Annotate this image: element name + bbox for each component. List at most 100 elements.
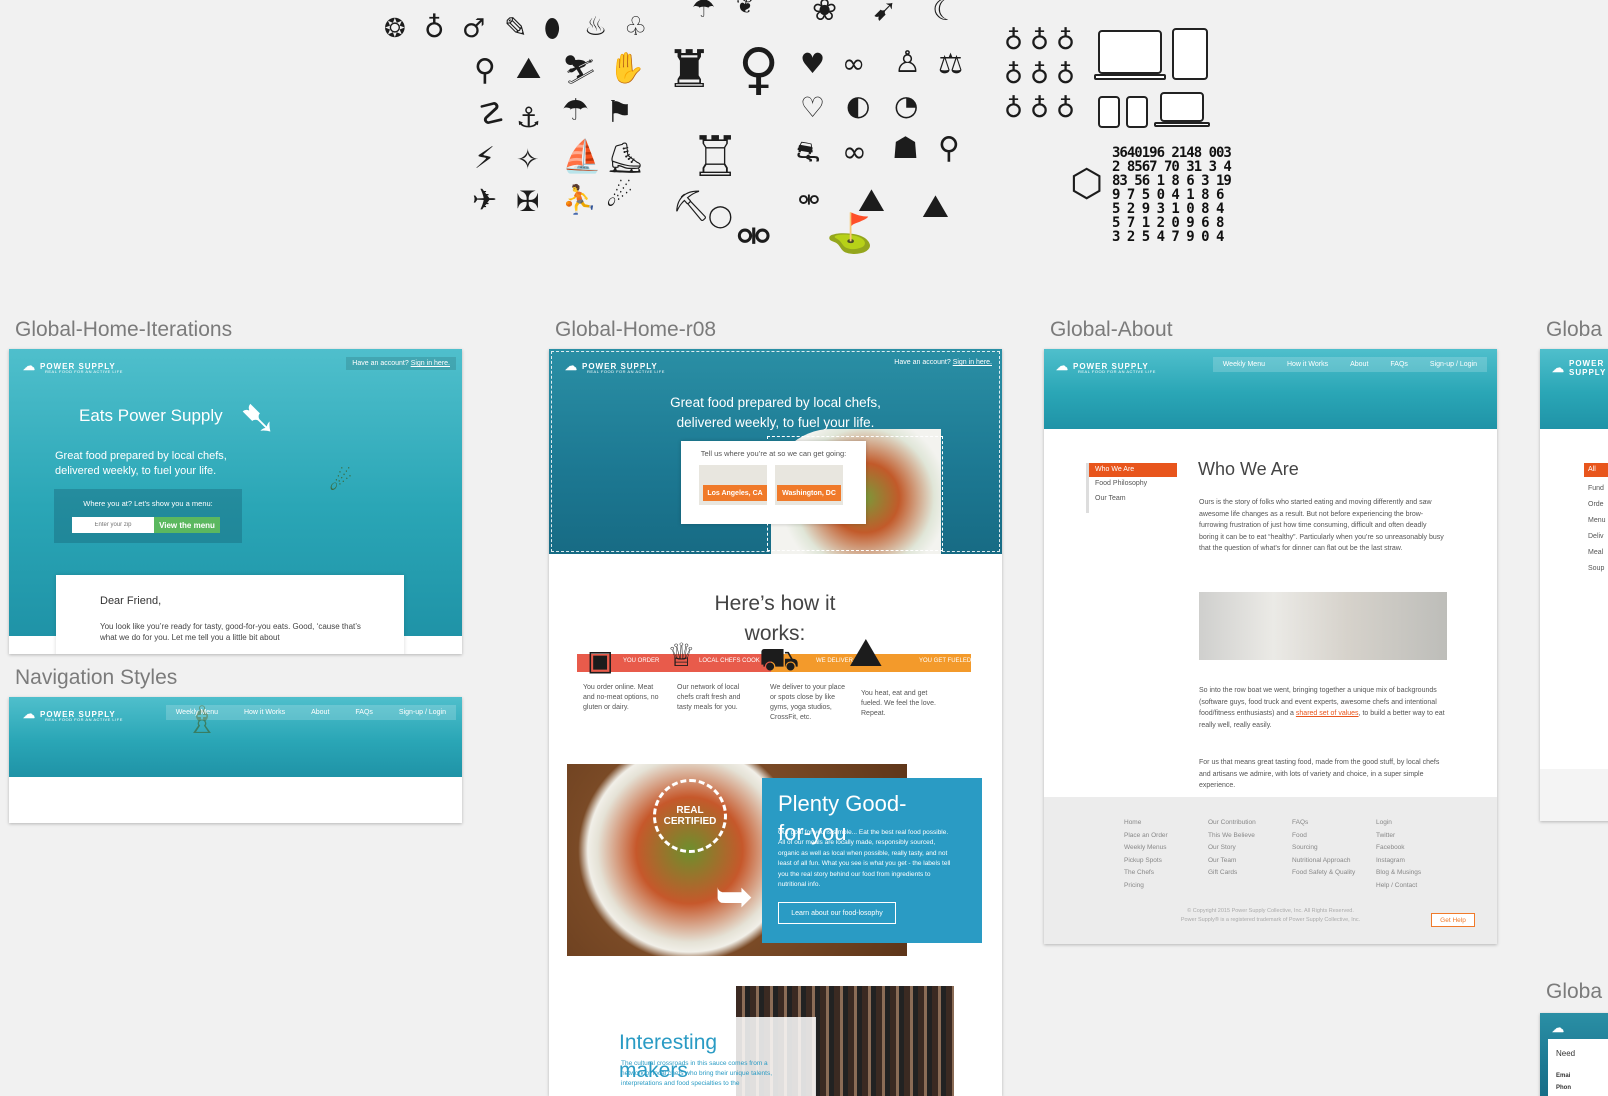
step-tag: WE DELIVER xyxy=(816,658,854,664)
sign-in-link[interactable]: Sign in here. xyxy=(953,359,992,366)
footer-link[interactable]: The Chefs xyxy=(1124,867,1168,880)
footer-link[interactable]: Blog & Musings xyxy=(1376,867,1421,880)
nav-item[interactable]: About xyxy=(1350,361,1368,368)
shared-values-link[interactable]: shared set of values xyxy=(1296,710,1359,717)
arrow-icon: ➷ xyxy=(239,391,278,445)
get-help-button[interactable]: Get Help xyxy=(1431,913,1475,927)
footer-link[interactable]: FAQs xyxy=(1292,817,1355,830)
nav-item[interactable]: Weekly Menu xyxy=(176,709,218,716)
filter-item[interactable]: Soup xyxy=(1588,561,1606,577)
artboard-label[interactable]: Navigation Styles xyxy=(15,666,177,690)
footer-link[interactable]: Place an Order xyxy=(1124,830,1168,843)
nav-item[interactable]: FAQs xyxy=(1390,361,1408,368)
filter-all[interactable]: All xyxy=(1584,463,1608,477)
filter-item[interactable]: Meal xyxy=(1588,545,1606,561)
brand-logo: ☁ POWER SUPPLY REAL FOOD FOR AN ACTIVE L… xyxy=(565,359,664,374)
side-nav-food-philosophy[interactable]: Food Philosophy xyxy=(1095,480,1147,487)
summit-flag-icon: ⛳ xyxy=(826,211,874,255)
filter-item[interactable]: Orde xyxy=(1588,497,1606,513)
artboard-cut-right-bottom[interactable]: ☁ Need Emai Phon xyxy=(1540,1013,1608,1096)
rock-climber-icon: ✋ xyxy=(608,51,646,86)
nav-item[interactable]: Sign-up / Login xyxy=(399,709,446,716)
page-title: Who We Are xyxy=(1198,459,1299,479)
view-menu-button[interactable]: View the menu xyxy=(154,517,220,533)
hero-headline-line: Great food prepared by local chefs, xyxy=(670,395,881,410)
footer-link[interactable]: Pickup Spots xyxy=(1124,855,1168,868)
footer-link[interactable]: Help / Contact xyxy=(1376,880,1421,893)
artboard-about[interactable]: ☁ POWER SUPPLY REAL FOOD FOR AN ACTIVE L… xyxy=(1044,349,1497,944)
footer-link[interactable]: Gift Cards xyxy=(1208,867,1256,880)
los-angeles-button[interactable]: Los Angeles, CA xyxy=(703,485,767,501)
nav-item[interactable]: Sign-up / Login xyxy=(1430,361,1477,368)
footer-link[interactable]: Home xyxy=(1124,817,1168,830)
skier-icon: ⛸ xyxy=(606,141,645,176)
footer-link[interactable]: Sourcing xyxy=(1292,842,1355,855)
footer-link[interactable]: Nutritional Approach xyxy=(1292,855,1355,868)
nav-bar: Weekly Menu How it Works About FAQs Sign… xyxy=(1212,357,1487,372)
lemon-icon: ⬮ xyxy=(544,14,561,44)
footer-column: Our Contribution This We Believe Our Sto… xyxy=(1208,817,1256,880)
zip-box: Where you at? Let’s show you a menu: Vie… xyxy=(54,489,242,543)
filter-item[interactable]: Fund xyxy=(1588,481,1606,497)
side-nav-our-team[interactable]: Our Team xyxy=(1095,495,1126,502)
footer-link[interactable]: Facebook xyxy=(1376,842,1421,855)
footer-link[interactable]: Login xyxy=(1376,817,1421,830)
footer-link[interactable]: Weekly Menus xyxy=(1124,842,1168,855)
food-losophy-button[interactable]: Learn about our food-losophy xyxy=(778,902,896,924)
footer-link[interactable]: Our Team xyxy=(1208,855,1256,868)
footer-link[interactable]: Our Contribution xyxy=(1208,817,1256,830)
brand-logo: ☁ xyxy=(1552,1021,1565,1035)
diver-icon: ⚓ xyxy=(516,101,542,134)
zip-input[interactable] xyxy=(72,517,154,533)
footer-link[interactable]: This We Believe xyxy=(1208,830,1256,843)
hero-title: Eats Power Supply xyxy=(79,406,223,425)
sign-in-link[interactable]: Sign in here. xyxy=(411,360,450,367)
footer-link[interactable]: Instagram xyxy=(1376,855,1421,868)
nav-item[interactable]: How it Works xyxy=(1287,361,1328,368)
footer-link[interactable]: Pricing xyxy=(1124,880,1168,893)
lightbulb-icon: ♁ xyxy=(1004,26,1024,56)
artboard-label[interactable]: Globa xyxy=(1546,318,1602,342)
sneaker-icon: ⛐ xyxy=(796,135,821,168)
footer-link[interactable]: Food Safety & Quality xyxy=(1292,867,1355,880)
footer-link[interactable]: Twitter xyxy=(1376,830,1421,843)
kayaker-icon: ✠ xyxy=(516,185,540,218)
nav-item[interactable]: How it Works xyxy=(244,709,285,716)
footer-column: FAQs Food Sourcing Nutritional Approach … xyxy=(1292,817,1355,880)
footer-link[interactable]: Our Story xyxy=(1208,842,1256,855)
nav-item[interactable]: FAQs xyxy=(355,709,373,716)
form-label: Emai xyxy=(1556,1073,1571,1079)
parachute-icon: ☂ xyxy=(562,93,589,128)
artboard-home-iterations[interactable]: ☁ POWER SUPPLY REAL FOOD FOR AN ACTIVE L… xyxy=(9,349,462,654)
account-prompt-text: Have an account? xyxy=(352,360,409,367)
hang-glider-icon: ⚑ xyxy=(606,95,633,130)
artboard-label[interactable]: Globa xyxy=(1546,980,1602,1004)
artboard-home-r08[interactable]: ☁ POWER SUPPLY REAL FOOD FOR AN ACTIVE L… xyxy=(549,349,1002,1096)
artboard-label[interactable]: Global-About xyxy=(1050,318,1173,342)
side-nav-who-we-are[interactable]: Who We Are xyxy=(1089,463,1177,477)
small-bike-icon: ⚮ xyxy=(798,186,820,216)
stopwatch-icon: ◔ xyxy=(894,89,919,122)
nav-item[interactable]: About xyxy=(311,709,329,716)
logo-mark-icon: ☁ xyxy=(565,359,578,373)
zip-prompt: Where you at? Let’s show you a menu: xyxy=(83,499,213,508)
filter-item[interactable]: Menu xyxy=(1588,513,1606,529)
artboard-label[interactable]: Global-Home-r08 xyxy=(555,318,716,342)
filter-item[interactable]: Deliv xyxy=(1588,529,1606,545)
step-tag: LOCAL CHEFS COOK xyxy=(699,658,760,664)
footer-strip xyxy=(1540,769,1608,821)
logo-mark-icon: ☁ xyxy=(23,359,36,373)
account-prompt-text: Have an account? xyxy=(894,359,951,366)
boxing-glove-icon: ☗ xyxy=(892,131,919,166)
footer-link[interactable]: Food xyxy=(1292,830,1355,843)
about-paragraph: For us that means great tasting food, ma… xyxy=(1199,759,1440,790)
artboard-cut-right[interactable]: ☁ POWER SUPPLY All Fund Orde Menu Deliv … xyxy=(1540,349,1608,821)
brand-logo: ☁ POWER SUPPLY REAL FOOD FOR AN ACTIVE L… xyxy=(23,359,122,374)
makers-body: The cultural crossroads in this sauce co… xyxy=(621,1060,773,1087)
nav-item[interactable]: Weekly Menu xyxy=(1223,361,1265,368)
account-prompt: Have an account? Sign in here. xyxy=(894,359,992,366)
artboard-navigation-styles[interactable]: ☁ POWER SUPPLY REAL FOOD FOR AN ACTIVE L… xyxy=(9,697,462,823)
brand-logo: ☁ POWER SUPPLY REAL FOOD FOR AN ACTIVE L… xyxy=(1056,359,1155,374)
artboard-label[interactable]: Global-Home-Iterations xyxy=(15,318,232,342)
mountains-icon: ⛰ xyxy=(858,181,885,219)
